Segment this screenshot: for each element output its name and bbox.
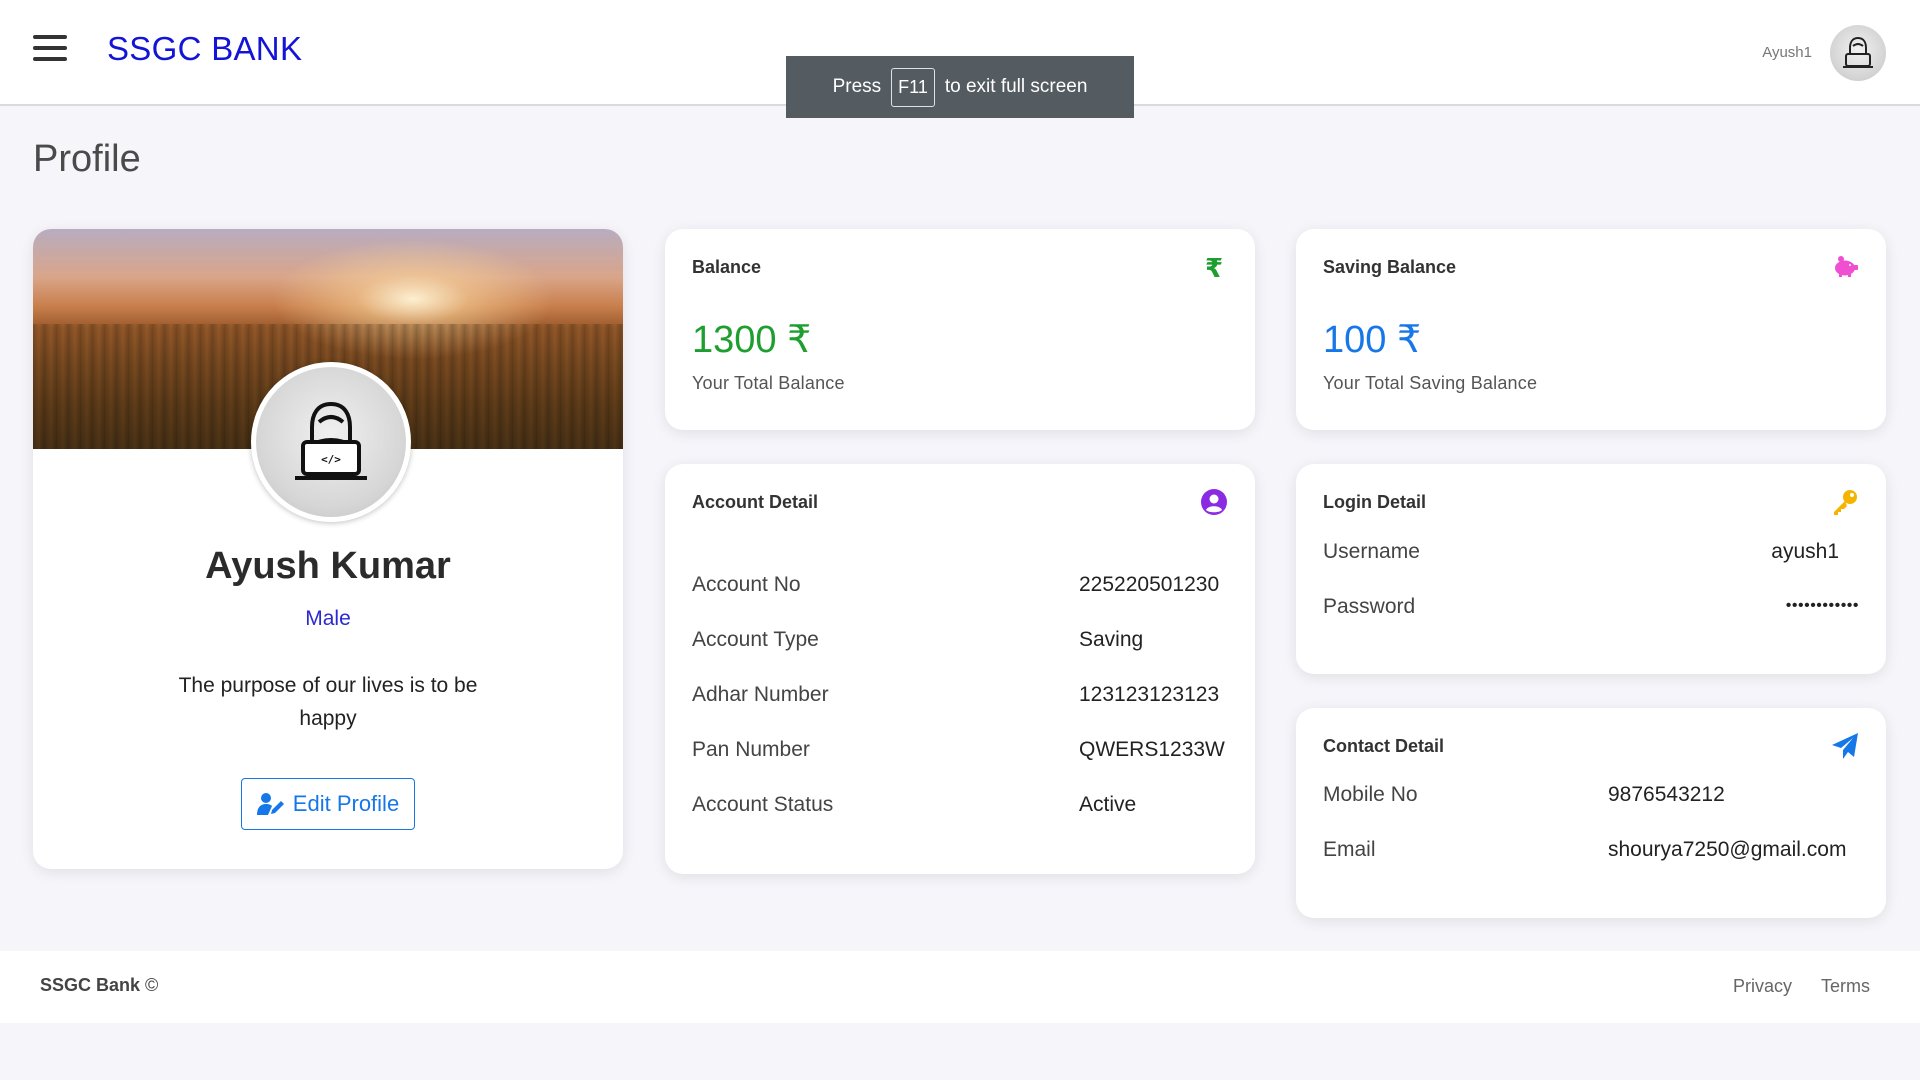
account-detail-title: Account Detail <box>692 492 819 512</box>
account-row-adhar-number: Adhar Number 123123123123 <box>692 683 1228 713</box>
row-label: Username <box>1323 540 1420 563</box>
contact-row-email: Email shourya7250@gmail.com <box>1323 838 1859 868</box>
svg-text:₹: ₹ <box>1205 254 1223 281</box>
saving-balance-card: Saving Balance 100 ₹ Your Total Saving B… <box>1296 229 1886 430</box>
hamburger-menu-icon[interactable] <box>33 35 67 61</box>
brand-logo-text[interactable]: SSGC BANK <box>107 30 302 68</box>
saving-title: Saving Balance <box>1323 257 1457 277</box>
header-username[interactable]: Ayush1 <box>1762 44 1812 61</box>
notice-key-f11: F11 <box>891 67 935 107</box>
row-label: Password <box>1323 595 1416 618</box>
account-row-pan-number: Pan Number QWERS1233W <box>692 738 1228 768</box>
row-value: 225220501230 <box>1079 573 1220 596</box>
contact-detail-card: Contact Detail Mobile No 9876543212 Emai… <box>1296 708 1886 918</box>
footer-brand-text: SSGC Bank <box>40 975 141 995</box>
footer-brand: SSGC Bank © <box>40 975 158 996</box>
balance-title: Balance <box>692 257 762 277</box>
hacker-avatar-icon <box>1843 36 1873 68</box>
notice-suffix-text: to exit full screen <box>944 76 1088 97</box>
row-label: Email <box>1323 838 1376 861</box>
user-edit-icon <box>256 793 284 815</box>
login-row-password: Password •••••••••••• <box>1323 595 1859 625</box>
footer: SSGC Bank © Privacy Terms <box>0 951 1920 1023</box>
rupee-icon: ₹ <box>1205 254 1223 281</box>
row-label: Pan Number <box>692 738 810 761</box>
row-label: Adhar Number <box>692 683 829 706</box>
row-value: Active <box>1079 793 1137 816</box>
profile-bio: The purpose of our lives is to be happy <box>178 674 478 730</box>
balance-amount: 1300 ₹ <box>692 319 812 361</box>
profile-gender: Male <box>305 607 351 630</box>
account-detail-card: Account Detail Account No 225220501230 A… <box>665 464 1255 874</box>
row-value: shourya7250@gmail.com <box>1608 838 1847 861</box>
paper-plane-icon <box>1832 733 1858 759</box>
balance-subtitle: Your Total Balance <box>692 373 845 393</box>
contact-row-mobile: Mobile No 9876543212 <box>1323 783 1859 813</box>
row-label: Mobile No <box>1323 783 1418 806</box>
footer-link-terms[interactable]: Terms <box>1821 976 1870 997</box>
saving-amount: 100 ₹ <box>1323 319 1422 361</box>
contact-detail-title: Contact Detail <box>1323 736 1445 756</box>
row-label: Account Status <box>692 793 834 816</box>
key-icon <box>1834 490 1857 515</box>
footer-link-privacy[interactable]: Privacy <box>1733 976 1792 997</box>
row-value: QWERS1233W <box>1079 738 1225 761</box>
account-row-account-no: Account No 225220501230 <box>692 573 1228 603</box>
svg-text:</>: </> <box>321 453 341 466</box>
row-value: 9876543212 <box>1608 783 1725 806</box>
saving-subtitle: Your Total Saving Balance <box>1323 373 1538 393</box>
edit-profile-button[interactable]: Edit Profile <box>241 778 415 830</box>
login-row-username: Username ayush1 <box>1323 540 1859 570</box>
row-label: Account Type <box>692 628 819 651</box>
piggy-bank-icon <box>1835 256 1858 277</box>
profile-card: </> Ayush Kumar Male The purpose of our … <box>33 229 623 869</box>
login-detail-card: Login Detail Username ayush1 Password ••… <box>1296 464 1886 674</box>
account-row-account-status: Account Status Active <box>692 793 1228 823</box>
row-value: •••••••••••• <box>1785 597 1859 614</box>
profile-avatar: </> <box>251 362 411 522</box>
account-row-account-type: Account Type Saving <box>692 628 1228 658</box>
row-label: Account No <box>692 573 801 596</box>
row-value: Saving <box>1079 628 1144 651</box>
footer-copyright-symbol: © <box>145 975 159 995</box>
hacker-avatar-icon: </> <box>295 401 367 480</box>
edit-profile-label: Edit Profile <box>292 791 400 816</box>
header-user-avatar[interactable] <box>1830 25 1886 81</box>
balance-card: Balance ₹ 1300 ₹ Your Total Balance <box>665 229 1255 430</box>
page-title: Profile <box>33 138 141 180</box>
notice-press-text: Press <box>832 76 882 97</box>
user-circle-icon <box>1201 489 1227 515</box>
profile-name: Ayush Kumar <box>205 545 451 587</box>
fullscreen-exit-notice: Press F11 to exit full screen <box>786 56 1134 118</box>
row-value: ayush1 <box>1771 540 1839 563</box>
row-value: 123123123123 <box>1079 683 1220 706</box>
login-detail-title: Login Detail <box>1323 492 1426 512</box>
